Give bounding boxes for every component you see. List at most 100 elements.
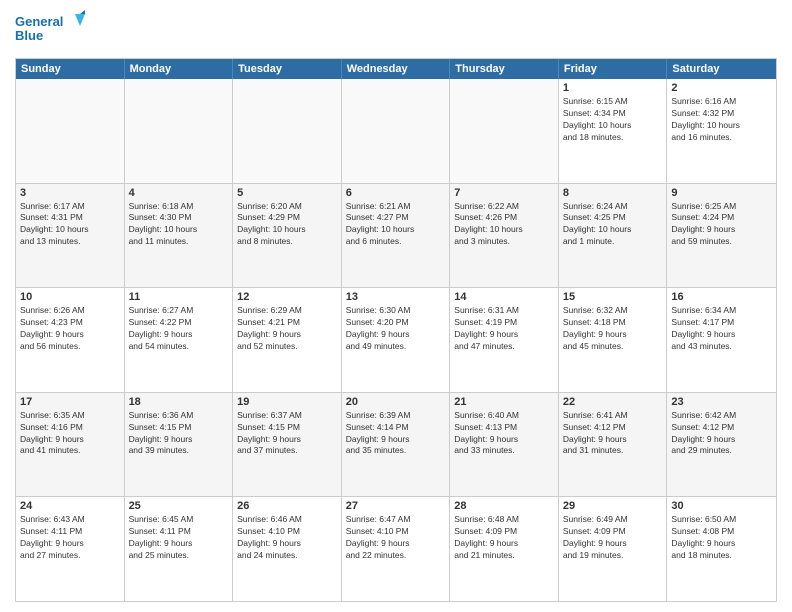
day-number: 29 (563, 500, 663, 512)
day-number: 22 (563, 396, 663, 408)
header-day-saturday: Saturday (667, 59, 776, 79)
calendar-cell (233, 79, 342, 183)
cell-info: Sunrise: 6:21 AMSunset: 4:27 PMDaylight:… (346, 201, 446, 249)
cell-info: Sunrise: 6:22 AMSunset: 4:26 PMDaylight:… (454, 201, 554, 249)
calendar-cell: 7 Sunrise: 6:22 AMSunset: 4:26 PMDaylight… (450, 184, 559, 288)
calendar-cell: 6 Sunrise: 6:21 AMSunset: 4:27 PMDaylight… (342, 184, 451, 288)
cell-info: Sunrise: 6:31 AMSunset: 4:19 PMDaylight:… (454, 305, 554, 353)
cell-info: Sunrise: 6:41 AMSunset: 4:12 PMDaylight:… (563, 410, 663, 458)
calendar-cell: 23Sunrise: 6:42 AMSunset: 4:12 PMDayligh… (667, 393, 776, 497)
calendar-cell: 8 Sunrise: 6:24 AMSunset: 4:25 PMDaylight… (559, 184, 668, 288)
cell-info: Sunrise: 6:37 AMSunset: 4:15 PMDaylight:… (237, 410, 337, 458)
cell-info: Sunrise: 6:18 AMSunset: 4:30 PMDaylight:… (129, 201, 229, 249)
day-number: 23 (671, 396, 772, 408)
cell-info: Sunrise: 6:26 AMSunset: 4:23 PMDaylight:… (20, 305, 120, 353)
day-number: 25 (129, 500, 229, 512)
header-day-monday: Monday (125, 59, 234, 79)
day-number: 9 (671, 187, 772, 199)
cell-info: Sunrise: 6:49 AMSunset: 4:09 PMDaylight:… (563, 514, 663, 562)
calendar-week-4: 24 Sunrise: 6:43 AMSunset: 4:11 PMDayligh… (16, 497, 776, 601)
calendar-cell: 19 Sunrise: 6:37 AMSunset: 4:15 PMDayligh… (233, 393, 342, 497)
day-number: 4 (129, 187, 229, 199)
calendar-week-3: 17Sunrise: 6:35 AMSunset: 4:16 PMDayligh… (16, 393, 776, 498)
calendar-cell (450, 79, 559, 183)
day-number: 14 (454, 291, 554, 303)
calendar-cell: 25 Sunrise: 6:45 AMSunset: 4:11 PMDayligh… (125, 497, 234, 601)
calendar-cell: 4 Sunrise: 6:18 AMSunset: 4:30 PMDaylight… (125, 184, 234, 288)
day-number: 19 (237, 396, 337, 408)
calendar-week-2: 10 Sunrise: 6:26 AMSunset: 4:23 PMDayligh… (16, 288, 776, 393)
day-number: 11 (129, 291, 229, 303)
day-number: 8 (563, 187, 663, 199)
day-number: 28 (454, 500, 554, 512)
calendar-cell (342, 79, 451, 183)
day-number: 21 (454, 396, 554, 408)
calendar-cell: 1Sunrise: 6:15 AMSunset: 4:34 PMDaylight… (559, 79, 668, 183)
calendar-cell: 9 Sunrise: 6:25 AMSunset: 4:24 PMDaylight… (667, 184, 776, 288)
header-day-thursday: Thursday (450, 59, 559, 79)
calendar-cell (125, 79, 234, 183)
svg-text:General: General (15, 14, 63, 29)
cell-info: Sunrise: 6:43 AMSunset: 4:11 PMDaylight:… (20, 514, 120, 562)
day-number: 12 (237, 291, 337, 303)
calendar-cell: 15 Sunrise: 6:32 AMSunset: 4:18 PMDayligh… (559, 288, 668, 392)
calendar-cell: 10 Sunrise: 6:26 AMSunset: 4:23 PMDayligh… (16, 288, 125, 392)
calendar-cell: 5 Sunrise: 6:20 AMSunset: 4:29 PMDaylight… (233, 184, 342, 288)
calendar-header: SundayMondayTuesdayWednesdayThursdayFrid… (16, 59, 776, 79)
calendar-cell: 22 Sunrise: 6:41 AMSunset: 4:12 PMDayligh… (559, 393, 668, 497)
day-number: 2 (671, 82, 772, 94)
header-day-wednesday: Wednesday (342, 59, 451, 79)
calendar-week-1: 3 Sunrise: 6:17 AMSunset: 4:31 PMDaylight… (16, 184, 776, 289)
day-number: 17 (20, 396, 120, 408)
calendar-week-0: 1Sunrise: 6:15 AMSunset: 4:34 PMDaylight… (16, 79, 776, 184)
cell-info: Sunrise: 6:40 AMSunset: 4:13 PMDaylight:… (454, 410, 554, 458)
day-number: 5 (237, 187, 337, 199)
page: General Blue SundayMondayTuesdayWednesda… (0, 0, 792, 612)
calendar-cell: 12 Sunrise: 6:29 AMSunset: 4:21 PMDayligh… (233, 288, 342, 392)
day-number: 3 (20, 187, 120, 199)
calendar-cell: 30Sunrise: 6:50 AMSunset: 4:08 PMDayligh… (667, 497, 776, 601)
calendar-cell: 14 Sunrise: 6:31 AMSunset: 4:19 PMDayligh… (450, 288, 559, 392)
cell-info: Sunrise: 6:24 AMSunset: 4:25 PMDaylight:… (563, 201, 663, 249)
cell-info: Sunrise: 6:48 AMSunset: 4:09 PMDaylight:… (454, 514, 554, 562)
day-number: 18 (129, 396, 229, 408)
calendar-cell: 29 Sunrise: 6:49 AMSunset: 4:09 PMDayligh… (559, 497, 668, 601)
calendar-cell: 17Sunrise: 6:35 AMSunset: 4:16 PMDayligh… (16, 393, 125, 497)
calendar-cell: 20Sunrise: 6:39 AMSunset: 4:14 PMDayligh… (342, 393, 451, 497)
calendar-cell: 28 Sunrise: 6:48 AMSunset: 4:09 PMDayligh… (450, 497, 559, 601)
header-day-friday: Friday (559, 59, 668, 79)
day-number: 6 (346, 187, 446, 199)
cell-info: Sunrise: 6:34 AMSunset: 4:17 PMDaylight:… (671, 305, 772, 353)
calendar-cell: 21 Sunrise: 6:40 AMSunset: 4:13 PMDayligh… (450, 393, 559, 497)
cell-info: Sunrise: 6:47 AMSunset: 4:10 PMDaylight:… (346, 514, 446, 562)
logo-svg: General Blue (15, 10, 85, 50)
cell-info: Sunrise: 6:30 AMSunset: 4:20 PMDaylight:… (346, 305, 446, 353)
calendar-cell (16, 79, 125, 183)
day-number: 15 (563, 291, 663, 303)
logo: General Blue (15, 10, 85, 50)
cell-info: Sunrise: 6:45 AMSunset: 4:11 PMDaylight:… (129, 514, 229, 562)
calendar-cell: 26 Sunrise: 6:46 AMSunset: 4:10 PMDayligh… (233, 497, 342, 601)
cell-info: Sunrise: 6:25 AMSunset: 4:24 PMDaylight:… (671, 201, 772, 249)
cell-info: Sunrise: 6:46 AMSunset: 4:10 PMDaylight:… (237, 514, 337, 562)
day-number: 10 (20, 291, 120, 303)
calendar-cell: 27Sunrise: 6:47 AMSunset: 4:10 PMDayligh… (342, 497, 451, 601)
cell-info: Sunrise: 6:36 AMSunset: 4:15 PMDaylight:… (129, 410, 229, 458)
header: General Blue (15, 10, 777, 50)
calendar-cell: 2 Sunrise: 6:16 AMSunset: 4:32 PMDaylight… (667, 79, 776, 183)
cell-info: Sunrise: 6:15 AMSunset: 4:34 PMDaylight:… (563, 96, 663, 144)
day-number: 24 (20, 500, 120, 512)
calendar-cell: 13 Sunrise: 6:30 AMSunset: 4:20 PMDayligh… (342, 288, 451, 392)
header-day-tuesday: Tuesday (233, 59, 342, 79)
cell-info: Sunrise: 6:32 AMSunset: 4:18 PMDaylight:… (563, 305, 663, 353)
cell-info: Sunrise: 6:20 AMSunset: 4:29 PMDaylight:… (237, 201, 337, 249)
cell-info: Sunrise: 6:17 AMSunset: 4:31 PMDaylight:… (20, 201, 120, 249)
day-number: 7 (454, 187, 554, 199)
cell-info: Sunrise: 6:29 AMSunset: 4:21 PMDaylight:… (237, 305, 337, 353)
cell-info: Sunrise: 6:16 AMSunset: 4:32 PMDaylight:… (671, 96, 772, 144)
day-number: 13 (346, 291, 446, 303)
calendar-cell: 24 Sunrise: 6:43 AMSunset: 4:11 PMDayligh… (16, 497, 125, 601)
day-number: 26 (237, 500, 337, 512)
header-day-sunday: Sunday (16, 59, 125, 79)
calendar: SundayMondayTuesdayWednesdayThursdayFrid… (15, 58, 777, 602)
